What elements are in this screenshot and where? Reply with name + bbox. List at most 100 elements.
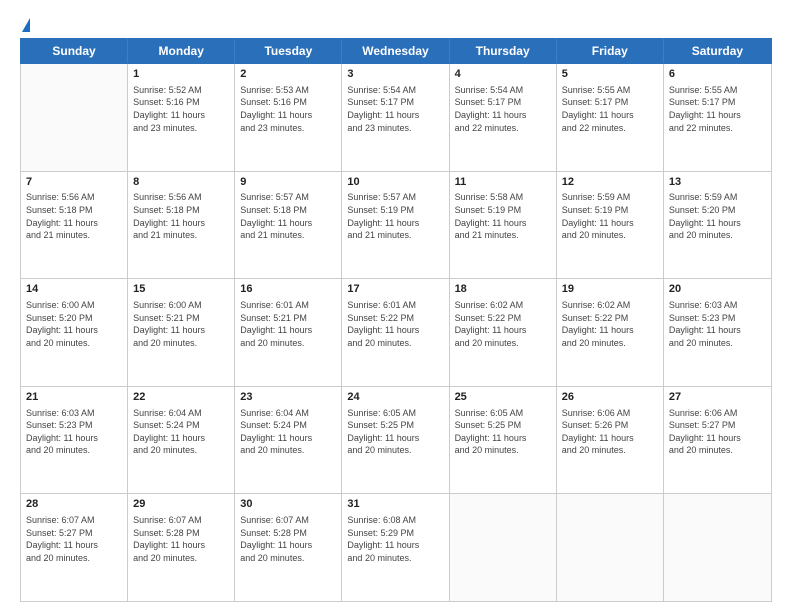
day-number: 29 xyxy=(133,497,229,512)
day-number: 27 xyxy=(669,390,766,405)
day-number: 15 xyxy=(133,282,229,297)
day-info: Sunrise: 5:59 AMSunset: 5:20 PMDaylight:… xyxy=(669,191,766,241)
day-cell-16: 16 Sunrise: 6:01 AMSunset: 5:21 PMDayligh… xyxy=(235,279,342,386)
day-info: Sunrise: 6:07 AMSunset: 5:28 PMDaylight:… xyxy=(133,514,229,564)
day-info: Sunrise: 5:55 AMSunset: 5:17 PMDaylight:… xyxy=(669,84,766,134)
header xyxy=(20,16,772,32)
day-cell-10: 10Sunrise: 5:57 AMSunset: 5:19 PMDayligh… xyxy=(342,172,449,279)
day-info: Sunrise: 6:00 AMSunset: 5:21 PMDaylight:… xyxy=(133,299,229,349)
day-cell-11: 11Sunrise: 5:58 AMSunset: 5:19 PMDayligh… xyxy=(450,172,557,279)
day-cell-2: 2 Sunrise: 5:53 AMSunset: 5:16 PMDaylight… xyxy=(235,64,342,171)
day-info: Sunrise: 5:53 AMSunset: 5:16 PMDaylight:… xyxy=(240,84,336,134)
day-cell-17: 17Sunrise: 6:01 AMSunset: 5:22 PMDayligh… xyxy=(342,279,449,386)
day-cell-19: 19 Sunrise: 6:02 AMSunset: 5:22 PMDayligh… xyxy=(557,279,664,386)
header-day-monday: Monday xyxy=(128,39,235,63)
day-number: 18 xyxy=(455,282,551,297)
week-row-3: 21 Sunrise: 6:03 AMSunset: 5:23 PMDayligh… xyxy=(21,387,771,495)
day-info: Sunrise: 6:07 AMSunset: 5:27 PMDaylight:… xyxy=(26,514,122,564)
day-info: Sunrise: 5:57 AMSunset: 5:19 PMDaylight:… xyxy=(347,191,443,241)
day-number: 24 xyxy=(347,390,443,405)
day-info: Sunrise: 6:06 AMSunset: 5:27 PMDaylight:… xyxy=(669,407,766,457)
day-number: 23 xyxy=(240,390,336,405)
week-row-1: 7Sunrise: 5:56 AMSunset: 5:18 PMDaylight… xyxy=(21,172,771,280)
day-number: 21 xyxy=(26,390,122,405)
day-cell-8: 8Sunrise: 5:56 AMSunset: 5:18 PMDaylight… xyxy=(128,172,235,279)
day-cell-24: 24Sunrise: 6:05 AMSunset: 5:25 PMDayligh… xyxy=(342,387,449,494)
day-number: 7 xyxy=(26,175,122,190)
day-number: 19 xyxy=(562,282,658,297)
day-cell-7: 7Sunrise: 5:56 AMSunset: 5:18 PMDaylight… xyxy=(21,172,128,279)
day-info: Sunrise: 6:07 AMSunset: 5:28 PMDaylight:… xyxy=(240,514,336,564)
day-cell-12: 12Sunrise: 5:59 AMSunset: 5:19 PMDayligh… xyxy=(557,172,664,279)
day-info: Sunrise: 5:58 AMSunset: 5:19 PMDaylight:… xyxy=(455,191,551,241)
day-cell-30: 30 Sunrise: 6:07 AMSunset: 5:28 PMDayligh… xyxy=(235,494,342,601)
logo-triangle-icon xyxy=(22,18,30,32)
day-info: Sunrise: 5:54 AMSunset: 5:17 PMDaylight:… xyxy=(455,84,551,134)
day-info: Sunrise: 6:01 AMSunset: 5:21 PMDaylight:… xyxy=(240,299,336,349)
day-cell-27: 27 Sunrise: 6:06 AMSunset: 5:27 PMDayligh… xyxy=(664,387,771,494)
header-day-saturday: Saturday xyxy=(664,39,771,63)
day-number: 2 xyxy=(240,67,336,82)
calendar-body: 1 Sunrise: 5:52 AMSunset: 5:16 PMDaylight… xyxy=(20,64,772,602)
day-number: 13 xyxy=(669,175,766,190)
page: SundayMondayTuesdayWednesdayThursdayFrid… xyxy=(0,0,792,612)
day-info: Sunrise: 6:06 AMSunset: 5:26 PMDaylight:… xyxy=(562,407,658,457)
day-number: 20 xyxy=(669,282,766,297)
day-number: 30 xyxy=(240,497,336,512)
day-info: Sunrise: 5:55 AMSunset: 5:17 PMDaylight:… xyxy=(562,84,658,134)
day-cell-20: 20 Sunrise: 6:03 AMSunset: 5:23 PMDayligh… xyxy=(664,279,771,386)
header-day-wednesday: Wednesday xyxy=(342,39,449,63)
day-info: Sunrise: 6:03 AMSunset: 5:23 PMDaylight:… xyxy=(26,407,122,457)
logo xyxy=(20,18,30,32)
day-cell-6: 6 Sunrise: 5:55 AMSunset: 5:17 PMDaylight… xyxy=(664,64,771,171)
day-number: 9 xyxy=(240,175,336,190)
day-cell-14: 14Sunrise: 6:00 AMSunset: 5:20 PMDayligh… xyxy=(21,279,128,386)
day-info: Sunrise: 6:08 AMSunset: 5:29 PMDaylight:… xyxy=(347,514,443,564)
day-number: 31 xyxy=(347,497,443,512)
day-number: 3 xyxy=(347,67,443,82)
day-info: Sunrise: 5:52 AMSunset: 5:16 PMDaylight:… xyxy=(133,84,229,134)
day-number: 26 xyxy=(562,390,658,405)
day-cell-28: 28 Sunrise: 6:07 AMSunset: 5:27 PMDayligh… xyxy=(21,494,128,601)
day-info: Sunrise: 6:02 AMSunset: 5:22 PMDaylight:… xyxy=(562,299,658,349)
header-day-thursday: Thursday xyxy=(450,39,557,63)
empty-cell xyxy=(21,64,128,171)
day-number: 16 xyxy=(240,282,336,297)
week-row-2: 14Sunrise: 6:00 AMSunset: 5:20 PMDayligh… xyxy=(21,279,771,387)
day-info: Sunrise: 6:03 AMSunset: 5:23 PMDaylight:… xyxy=(669,299,766,349)
day-info: Sunrise: 5:59 AMSunset: 5:19 PMDaylight:… xyxy=(562,191,658,241)
day-number: 25 xyxy=(455,390,551,405)
day-number: 12 xyxy=(562,175,658,190)
day-number: 8 xyxy=(133,175,229,190)
day-cell-23: 23 Sunrise: 6:04 AMSunset: 5:24 PMDayligh… xyxy=(235,387,342,494)
day-info: Sunrise: 5:56 AMSunset: 5:18 PMDaylight:… xyxy=(133,191,229,241)
day-info: Sunrise: 5:56 AMSunset: 5:18 PMDaylight:… xyxy=(26,191,122,241)
day-info: Sunrise: 5:54 AMSunset: 5:17 PMDaylight:… xyxy=(347,84,443,134)
day-number: 28 xyxy=(26,497,122,512)
day-number: 1 xyxy=(133,67,229,82)
week-row-0: 1 Sunrise: 5:52 AMSunset: 5:16 PMDaylight… xyxy=(21,64,771,172)
calendar: SundayMondayTuesdayWednesdayThursdayFrid… xyxy=(20,38,772,602)
day-info: Sunrise: 6:01 AMSunset: 5:22 PMDaylight:… xyxy=(347,299,443,349)
day-cell-13: 13Sunrise: 5:59 AMSunset: 5:20 PMDayligh… xyxy=(664,172,771,279)
day-cell-4: 4Sunrise: 5:54 AMSunset: 5:17 PMDaylight… xyxy=(450,64,557,171)
day-cell-5: 5 Sunrise: 5:55 AMSunset: 5:17 PMDaylight… xyxy=(557,64,664,171)
day-info: Sunrise: 6:00 AMSunset: 5:20 PMDaylight:… xyxy=(26,299,122,349)
day-number: 6 xyxy=(669,67,766,82)
day-number: 22 xyxy=(133,390,229,405)
day-info: Sunrise: 5:57 AMSunset: 5:18 PMDaylight:… xyxy=(240,191,336,241)
day-info: Sunrise: 6:04 AMSunset: 5:24 PMDaylight:… xyxy=(133,407,229,457)
empty-cell xyxy=(664,494,771,601)
week-row-4: 28 Sunrise: 6:07 AMSunset: 5:27 PMDayligh… xyxy=(21,494,771,601)
day-info: Sunrise: 6:04 AMSunset: 5:24 PMDaylight:… xyxy=(240,407,336,457)
empty-cell xyxy=(557,494,664,601)
day-cell-21: 21 Sunrise: 6:03 AMSunset: 5:23 PMDayligh… xyxy=(21,387,128,494)
day-number: 5 xyxy=(562,67,658,82)
day-cell-22: 22 Sunrise: 6:04 AMSunset: 5:24 PMDayligh… xyxy=(128,387,235,494)
day-cell-29: 29 Sunrise: 6:07 AMSunset: 5:28 PMDayligh… xyxy=(128,494,235,601)
calendar-header: SundayMondayTuesdayWednesdayThursdayFrid… xyxy=(20,38,772,64)
header-day-sunday: Sunday xyxy=(21,39,128,63)
day-cell-1: 1 Sunrise: 5:52 AMSunset: 5:16 PMDaylight… xyxy=(128,64,235,171)
day-info: Sunrise: 6:02 AMSunset: 5:22 PMDaylight:… xyxy=(455,299,551,349)
day-cell-25: 25Sunrise: 6:05 AMSunset: 5:25 PMDayligh… xyxy=(450,387,557,494)
